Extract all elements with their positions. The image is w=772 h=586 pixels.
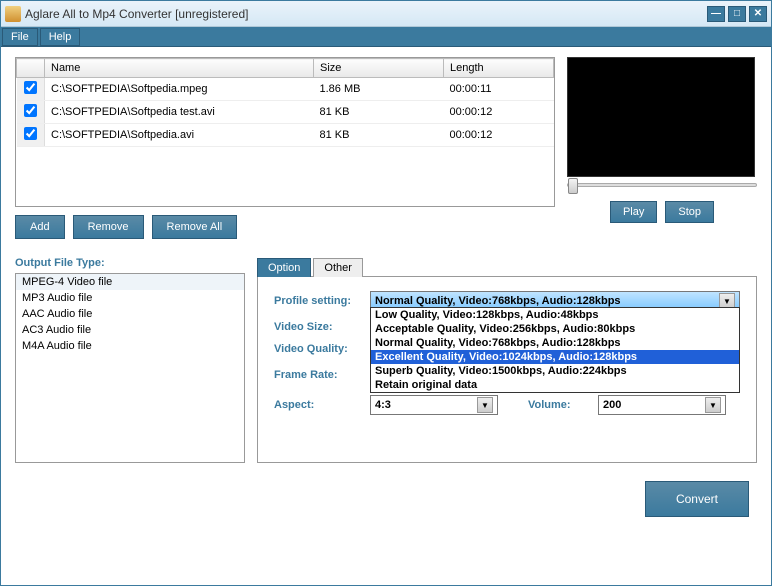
col-name[interactable]: Name <box>45 59 314 78</box>
add-button[interactable]: Add <box>15 215 65 239</box>
menubar: File Help <box>1 27 771 47</box>
dropdown-item[interactable]: Retain original data <box>371 378 739 392</box>
col-check[interactable] <box>17 59 45 78</box>
play-button[interactable]: Play <box>610 201 657 223</box>
dropdown-item[interactable]: Acceptable Quality, Video:256kbps, Audio… <box>371 322 739 336</box>
frame-rate-label: Frame Rate: <box>274 369 370 381</box>
output-type-list[interactable]: MPEG-4 Video fileMP3 Audio fileAAC Audio… <box>15 273 245 463</box>
list-item[interactable]: AC3 Audio file <box>16 322 244 338</box>
volume-value: 200 <box>603 399 621 411</box>
dropdown-item[interactable]: Low Quality, Video:128kbps, Audio:48kbps <box>371 308 739 322</box>
cell-length: 00:00:12 <box>444 101 554 124</box>
video-size-label: Video Size: <box>274 321 370 333</box>
app-window: Aglare All to Mp4 Converter [unregistere… <box>0 0 772 586</box>
row-checkbox[interactable] <box>24 81 37 94</box>
profile-label: Profile setting: <box>274 295 370 307</box>
cell-name: C:\SOFTPEDIA\Softpedia.mpeg <box>45 78 314 101</box>
cell-size: 81 KB <box>314 124 444 147</box>
dropdown-item[interactable]: Excellent Quality, Video:1024kbps, Audio… <box>371 350 739 364</box>
row-checkbox[interactable] <box>24 127 37 140</box>
chevron-down-icon[interactable]: ▼ <box>705 397 721 413</box>
dropdown-item[interactable]: Superb Quality, Video:1500kbps, Audio:22… <box>371 364 739 378</box>
cell-size: 1.86 MB <box>314 78 444 101</box>
cell-name: C:\SOFTPEDIA\Softpedia.avi <box>45 124 314 147</box>
output-type-label: Output File Type: <box>15 257 245 269</box>
video-preview <box>567 57 755 177</box>
app-icon <box>5 6 21 22</box>
file-table[interactable]: Name Size Length C:\SOFTPEDIA\Softpedia.… <box>15 57 555 207</box>
table-row[interactable]: C:\SOFTPEDIA\Softpedia.avi 81 KB 00:00:1… <box>17 124 554 147</box>
aspect-value: 4:3 <box>375 399 391 411</box>
remove-button[interactable]: Remove <box>73 215 144 239</box>
list-item[interactable]: M4A Audio file <box>16 338 244 354</box>
table-row[interactable]: C:\SOFTPEDIA\Softpedia test.avi 81 KB 00… <box>17 101 554 124</box>
row-checkbox[interactable] <box>24 104 37 117</box>
remove-all-button[interactable]: Remove All <box>152 215 238 239</box>
tab-option[interactable]: Option <box>257 258 311 277</box>
menu-help[interactable]: Help <box>40 28 81 46</box>
cell-length: 00:00:12 <box>444 124 554 147</box>
menu-file[interactable]: File <box>2 28 38 46</box>
convert-button[interactable]: Convert <box>645 481 749 517</box>
list-item[interactable]: AAC Audio file <box>16 306 244 322</box>
stop-button[interactable]: Stop <box>665 201 714 223</box>
table-row[interactable]: C:\SOFTPEDIA\Softpedia.mpeg 1.86 MB 00:0… <box>17 78 554 101</box>
cell-length: 00:00:11 <box>444 78 554 101</box>
profile-dropdown[interactable]: Low Quality, Video:128kbps, Audio:48kbps… <box>370 307 740 393</box>
minimize-button[interactable]: — <box>707 6 725 22</box>
aspect-select[interactable]: 4:3 ▼ <box>370 395 498 415</box>
video-quality-label: Video Quality: <box>274 343 370 355</box>
volume-select[interactable]: 200 ▼ <box>598 395 726 415</box>
chevron-down-icon[interactable]: ▼ <box>477 397 493 413</box>
aspect-label: Aspect: <box>274 399 370 411</box>
seek-slider[interactable] <box>567 183 757 187</box>
seek-thumb[interactable] <box>568 178 578 194</box>
titlebar: Aglare All to Mp4 Converter [unregistere… <box>1 1 771 27</box>
list-item[interactable]: MPEG-4 Video file <box>16 274 244 290</box>
maximize-button[interactable]: □ <box>728 6 746 22</box>
tab-other[interactable]: Other <box>313 258 363 277</box>
cell-size: 81 KB <box>314 101 444 124</box>
dropdown-item[interactable]: Normal Quality, Video:768kbps, Audio:128… <box>371 336 739 350</box>
col-length[interactable]: Length <box>444 59 554 78</box>
close-button[interactable]: ✕ <box>749 6 767 22</box>
profile-value: Normal Quality, Video:768kbps, Audio:128… <box>375 295 621 307</box>
window-title: Aglare All to Mp4 Converter [unregistere… <box>25 7 707 21</box>
volume-label: Volume: <box>528 399 598 411</box>
cell-name: C:\SOFTPEDIA\Softpedia test.avi <box>45 101 314 124</box>
list-item[interactable]: MP3 Audio file <box>16 290 244 306</box>
options-panel: Profile setting: Normal Quality, Video:7… <box>257 277 757 463</box>
col-size[interactable]: Size <box>314 59 444 78</box>
